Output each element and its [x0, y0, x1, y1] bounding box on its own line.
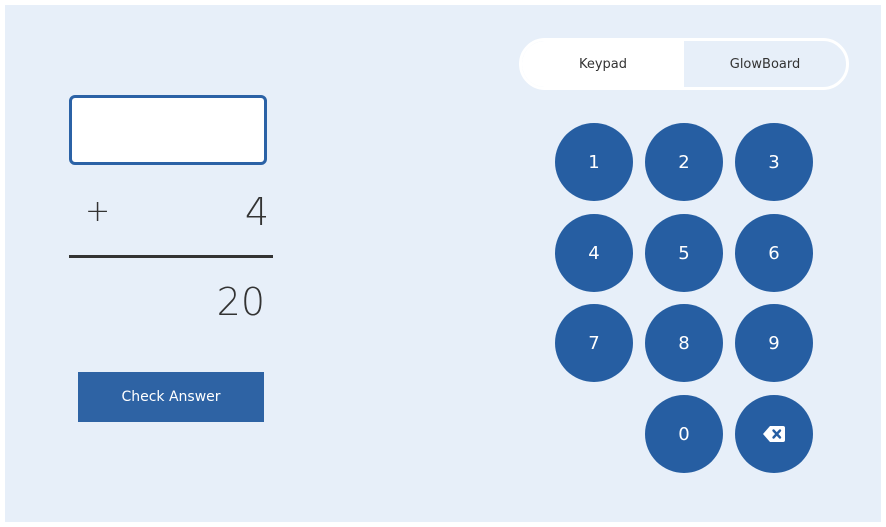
- answer-input-box[interactable]: [69, 95, 267, 165]
- key-label: 8: [678, 332, 690, 354]
- key-label: 3: [768, 151, 780, 173]
- input-mode-toggle: Keypad GlowBoard: [519, 38, 849, 90]
- sum-number: 20: [216, 280, 265, 324]
- key-label: 7: [588, 332, 600, 354]
- operator-sign: +: [85, 194, 111, 229]
- key-4[interactable]: 4: [555, 214, 633, 292]
- backspace-icon: [763, 426, 785, 442]
- addend-number: 4: [244, 190, 269, 234]
- key-5[interactable]: 5: [645, 214, 723, 292]
- key-8[interactable]: 8: [645, 304, 723, 382]
- app-background: + 4 20 Check Answer Keypad GlowBoard 1 2…: [5, 5, 881, 522]
- key-label: 5: [678, 242, 690, 264]
- key-label: 0: [678, 423, 690, 445]
- key-6[interactable]: 6: [735, 214, 813, 292]
- key-label: 2: [678, 151, 690, 173]
- key-label: 1: [588, 151, 600, 173]
- key-label: 4: [588, 242, 600, 264]
- key-label: 6: [768, 242, 780, 264]
- tab-keypad[interactable]: Keypad: [522, 41, 684, 87]
- key-label: 9: [768, 332, 780, 354]
- sum-line: [69, 255, 273, 258]
- backspace-button[interactable]: [735, 395, 813, 473]
- check-answer-label: Check Answer: [121, 389, 221, 405]
- key-2[interactable]: 2: [645, 123, 723, 201]
- key-1[interactable]: 1: [555, 123, 633, 201]
- key-3[interactable]: 3: [735, 123, 813, 201]
- tab-glowboard[interactable]: GlowBoard: [684, 41, 846, 87]
- key-9[interactable]: 9: [735, 304, 813, 382]
- key-7[interactable]: 7: [555, 304, 633, 382]
- check-answer-button[interactable]: Check Answer: [78, 372, 264, 422]
- key-0[interactable]: 0: [645, 395, 723, 473]
